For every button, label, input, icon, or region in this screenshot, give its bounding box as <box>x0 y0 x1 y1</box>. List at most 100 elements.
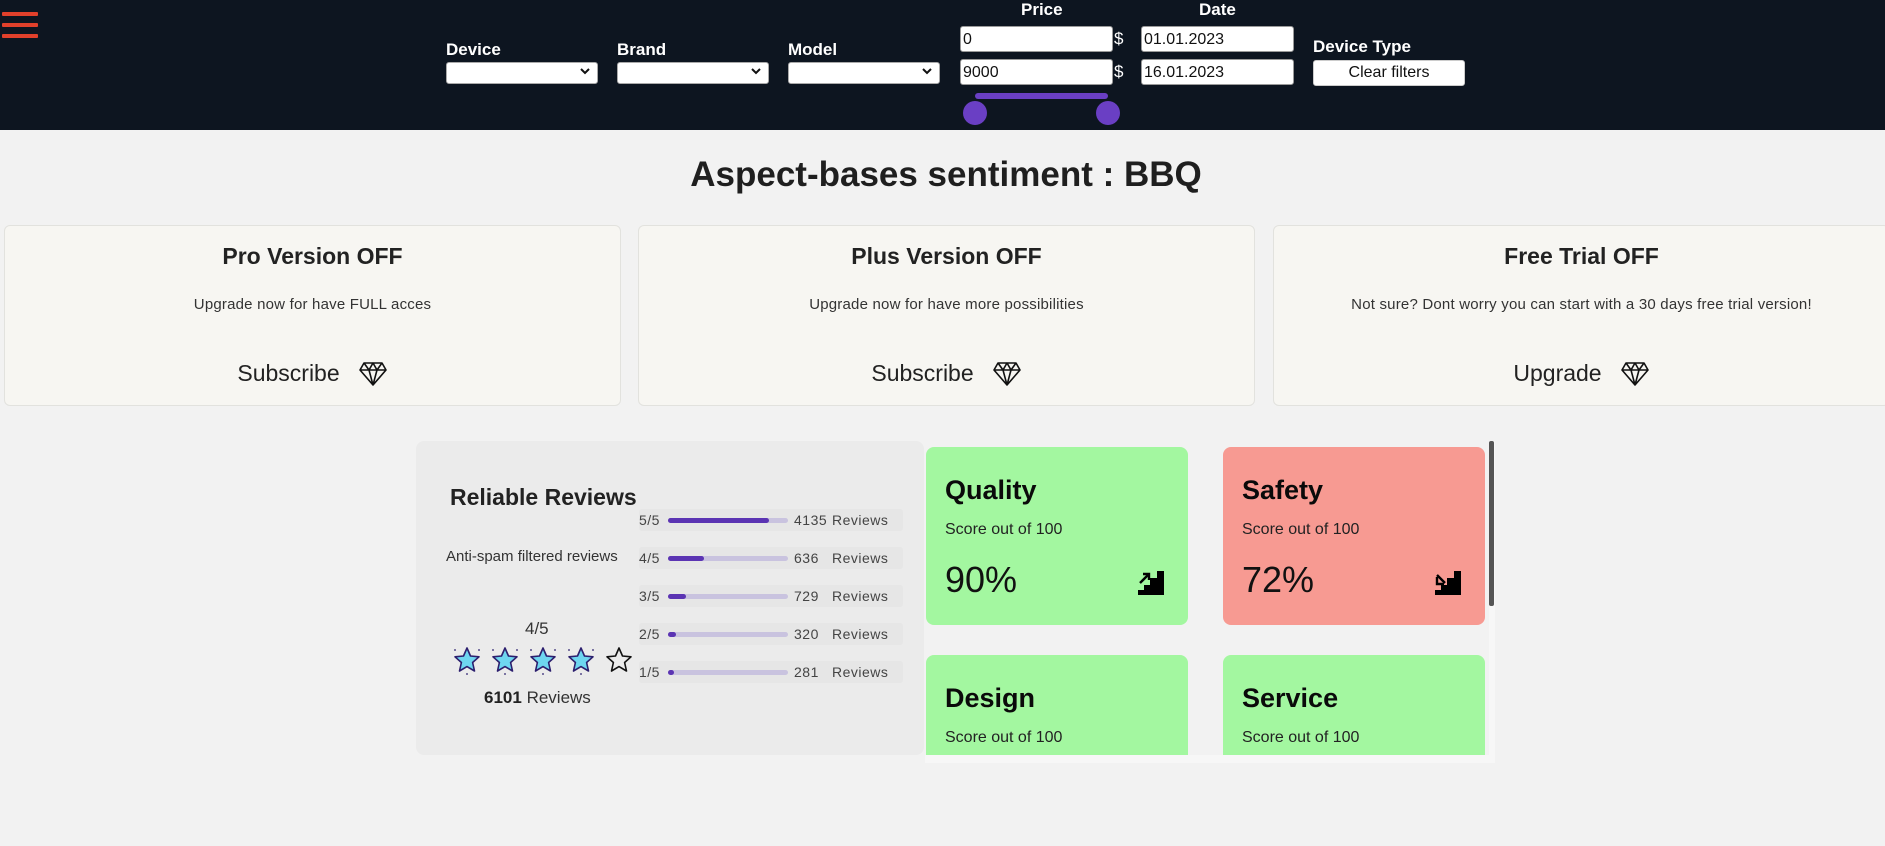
diamond-icon <box>1620 361 1649 386</box>
rating-count: 320 <box>794 626 819 642</box>
diamond-icon <box>992 361 1021 386</box>
score-card-subtitle: Score out of 100 <box>1242 521 1360 538</box>
rating-label: 4/5 <box>639 550 660 566</box>
top-filter-bar: Device Brand Model Price 0 $ 9000 $ Date… <box>0 0 1885 130</box>
star-filled-icon <box>568 647 594 675</box>
device-select[interactable] <box>446 62 598 84</box>
model-select[interactable] <box>788 62 940 84</box>
score-card-value: 72% <box>1242 559 1315 600</box>
plan-action-label: Subscribe <box>871 360 974 386</box>
currency-symbol: $ <box>1114 62 1124 81</box>
rating-suffix: Reviews <box>832 550 889 566</box>
rating-suffix: Reviews <box>832 664 889 680</box>
rating-label: 1/5 <box>639 664 660 680</box>
total-reviews-count: 6101 <box>484 688 522 707</box>
stairs-up-icon <box>1138 571 1164 595</box>
rating-row-1: 1/5 281 Reviews <box>639 661 903 683</box>
brand-select[interactable] <box>617 62 769 84</box>
star-filled-icon <box>492 647 518 675</box>
plan-title: Pro Version OFF <box>222 243 403 269</box>
plan-card-free-trial: Free Trial OFF Not sure? Dont worry you … <box>1273 225 1885 406</box>
rating-label: 2/5 <box>639 626 660 642</box>
score-card-value: 90% <box>945 559 1018 600</box>
device-filter-label: Device <box>446 40 501 59</box>
currency-symbol: $ <box>1114 29 1124 48</box>
price-range-track[interactable] <box>975 93 1108 99</box>
plan-action-label: Subscribe <box>237 360 340 386</box>
rating-bar <box>668 670 788 675</box>
star-filled-icon <box>530 647 556 675</box>
price-min-handle[interactable] <box>963 101 987 125</box>
rating-bar <box>668 594 788 599</box>
rating-row-5: 5/5 4135 Reviews <box>639 509 903 531</box>
score-card-title: Quality <box>945 475 1037 505</box>
clear-filters-button[interactable]: Clear filters <box>1313 60 1465 86</box>
score-card-subtitle: Score out of 100 <box>945 729 1063 746</box>
reliable-reviews-panel: Reliable Reviews Anti-spam filtered revi… <box>416 441 924 755</box>
rating-suffix: Reviews <box>832 512 889 528</box>
rating-bar <box>668 556 788 561</box>
price-filter-label: Price <box>1021 0 1063 19</box>
average-rating: 4/5 <box>525 619 549 638</box>
rating-count: 636 <box>794 550 819 566</box>
total-reviews: 6101 Reviews <box>484 688 591 708</box>
plan-title: Free Trial OFF <box>1504 243 1659 269</box>
rating-row-4: 4/5 636 Reviews <box>639 547 903 569</box>
rating-suffix: Reviews <box>832 626 889 642</box>
date-from-input[interactable]: 01.01.2023 <box>1141 26 1294 52</box>
device-type-label: Device Type <box>1313 37 1411 56</box>
rating-label: 3/5 <box>639 588 660 604</box>
rating-bar <box>668 518 788 523</box>
price-max-handle[interactable] <box>1096 101 1120 125</box>
stairs-down-icon <box>1435 571 1461 595</box>
plan-action-label: Upgrade <box>1513 360 1602 386</box>
subscribe-button[interactable]: Subscribe <box>5 360 620 387</box>
page-title: Aspect-bases sentiment : BBQ <box>690 155 1202 194</box>
model-filter-label: Model <box>788 40 838 59</box>
plan-title: Plus Version OFF <box>851 243 1042 269</box>
score-card-subtitle: Score out of 100 <box>945 521 1063 538</box>
score-card-title: Design <box>945 683 1036 713</box>
rating-bar <box>668 632 788 637</box>
scrollbar-thumb[interactable] <box>1489 441 1494 606</box>
rating-row-3: 3/5 729 Reviews <box>639 585 903 607</box>
score-list-bottom-edge <box>925 755 1489 763</box>
total-reviews-suffix: Reviews <box>526 688 591 707</box>
rating-count: 281 <box>794 664 819 680</box>
score-card-title: Safety <box>1242 475 1324 505</box>
date-to-input[interactable]: 16.01.2023 <box>1141 59 1294 85</box>
rating-count: 729 <box>794 588 819 604</box>
price-max-input[interactable]: 9000 <box>960 59 1113 85</box>
plan-description: Not sure? Dont worry you can start with … <box>1351 296 1812 313</box>
rating-label: 5/5 <box>639 512 660 528</box>
date-filter-label: Date <box>1199 0 1236 19</box>
aspect-score-list[interactable]: Quality Score out of 100 90% Safety Scor… <box>925 441 1495 763</box>
reviews-subtitle: Anti-spam filtered reviews <box>446 548 618 565</box>
chevron-down-icon <box>751 68 761 75</box>
reviews-title: Reliable Reviews <box>450 484 637 510</box>
score-card-design: Design Score out of 100 <box>926 655 1188 763</box>
diamond-icon <box>358 361 387 386</box>
price-min-input[interactable]: 0 <box>960 26 1113 52</box>
upgrade-button[interactable]: Upgrade <box>1274 360 1885 387</box>
subscribe-button[interactable]: Subscribe <box>639 360 1254 387</box>
plan-description: Upgrade now for have FULL acces <box>193 296 432 313</box>
score-card-subtitle: Score out of 100 <box>1242 729 1360 746</box>
plan-description: Upgrade now for have more possibilities <box>809 296 1084 313</box>
chevron-down-icon <box>580 68 590 75</box>
score-card-safety: Safety Score out of 100 72% <box>1223 447 1485 625</box>
rating-row-2: 2/5 320 Reviews <box>639 623 903 645</box>
plan-card-plus: Plus Version OFF Upgrade now for have mo… <box>638 225 1255 406</box>
score-card-title: Service <box>1242 683 1339 713</box>
brand-filter-label: Brand <box>617 40 667 59</box>
score-card-quality: Quality Score out of 100 90% <box>926 447 1188 625</box>
score-card-service: Service Score out of 100 <box>1223 655 1485 763</box>
star-empty-icon <box>606 647 632 672</box>
star-rating <box>452 645 634 675</box>
rating-suffix: Reviews <box>832 588 889 604</box>
star-filled-icon <box>454 647 480 675</box>
hamburger-menu-icon[interactable] <box>2 12 38 48</box>
chevron-down-icon <box>922 68 932 75</box>
plan-card-pro: Pro Version OFF Upgrade now for have FUL… <box>4 225 621 406</box>
rating-count: 4135 <box>794 512 828 528</box>
